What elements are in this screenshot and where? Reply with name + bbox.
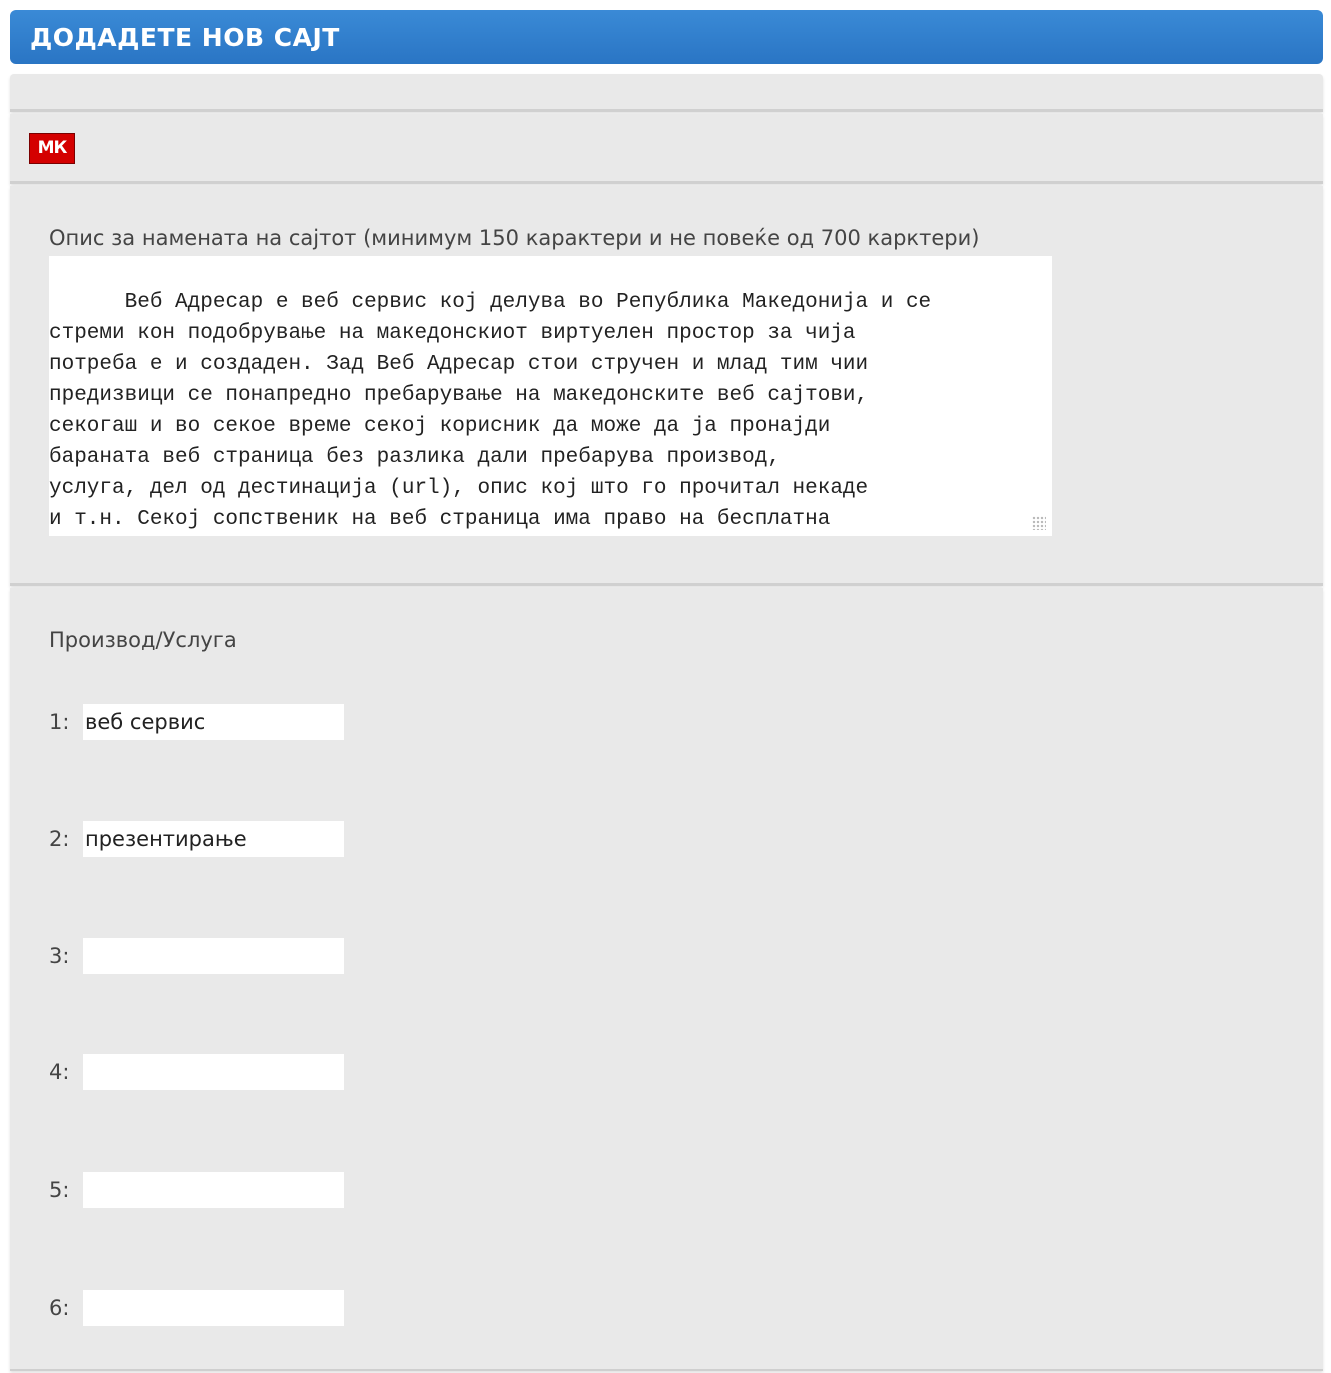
add-site-form: ДОДАДЕТЕ НОВ САЈТ МК Опис за намената на… bbox=[0, 0, 1331, 1373]
products-label: Производ/Услуга bbox=[49, 628, 237, 652]
language-panel: МК bbox=[10, 114, 1323, 184]
product-number: 4: bbox=[49, 1060, 70, 1084]
resize-handle-icon[interactable] bbox=[1032, 516, 1046, 530]
product-number: 3: bbox=[49, 944, 70, 968]
product-number: 5: bbox=[49, 1178, 70, 1202]
mk-flag-icon[interactable]: МК bbox=[29, 133, 75, 164]
page-title: ДОДАДЕТЕ НОВ САЈТ bbox=[30, 23, 340, 52]
product-input-3[interactable] bbox=[83, 938, 344, 974]
empty-panel bbox=[10, 74, 1323, 112]
product-number: 6: bbox=[49, 1296, 70, 1320]
description-label: Опис за намената на сајтот (минимум 150 … bbox=[49, 226, 980, 250]
description-textarea[interactable]: Веб Адресар е веб сервис кој делува во Р… bbox=[49, 256, 1052, 536]
product-input-5[interactable] bbox=[83, 1172, 344, 1208]
product-input-6[interactable] bbox=[83, 1290, 344, 1326]
description-panel: Опис за намената на сајтот (минимум 150 … bbox=[10, 186, 1323, 586]
form-header: ДОДАДЕТЕ НОВ САЈТ bbox=[10, 10, 1323, 64]
product-number: 1: bbox=[49, 710, 70, 734]
product-input-2[interactable]: презентирање bbox=[83, 821, 344, 857]
product-number: 2: bbox=[49, 827, 70, 851]
products-panel: Производ/Услуга 1: веб сервис 2: презент… bbox=[10, 588, 1323, 1371]
description-text: Веб Адресар е веб сервис кој делува во Р… bbox=[49, 291, 932, 531]
product-input-1[interactable]: веб сервис bbox=[83, 704, 344, 740]
product-input-4[interactable] bbox=[83, 1054, 344, 1090]
